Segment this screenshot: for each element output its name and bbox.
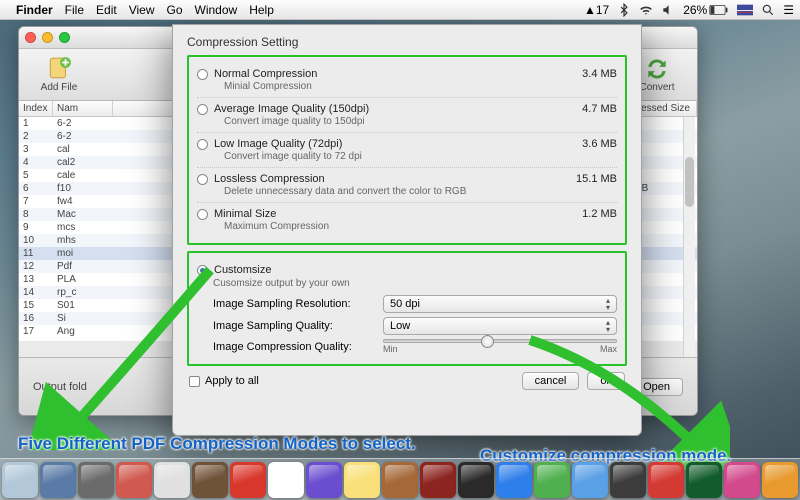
- convert-icon: [642, 56, 672, 82]
- window-zoom-button[interactable]: [59, 32, 70, 43]
- menu-window[interactable]: Window: [195, 3, 238, 17]
- mode-radio[interactable]: [197, 174, 208, 185]
- mode-name: Minimal Size: [214, 208, 574, 220]
- dock-app-icon[interactable]: [458, 462, 494, 498]
- annotation-left: Five Different PDF Compression Modes to …: [18, 434, 416, 454]
- dock-app-icon[interactable]: [154, 462, 190, 498]
- dock-app-icon[interactable]: [534, 462, 570, 498]
- resolution-label: Image Sampling Resolution:: [213, 298, 383, 310]
- dock-app-icon[interactable]: [192, 462, 228, 498]
- mode-desc: Convert image quality to 150dpi: [224, 116, 574, 127]
- spotlight-icon[interactable]: [761, 3, 775, 17]
- mode-name: Normal Compression: [214, 68, 574, 80]
- dock-app-icon[interactable]: [496, 462, 532, 498]
- mode-size: 4.7 MB: [582, 103, 617, 115]
- mode-desc: Delete unnecessary data and convert the …: [224, 186, 568, 197]
- dock-app-icon[interactable]: [382, 462, 418, 498]
- quality-label: Image Sampling Quality:: [213, 320, 383, 332]
- mode-radio[interactable]: [197, 209, 208, 220]
- volume-icon[interactable]: [661, 3, 675, 17]
- dock[interactable]: [0, 458, 800, 500]
- menu-view[interactable]: View: [129, 3, 155, 17]
- scrollbar-thumb[interactable]: [685, 157, 694, 207]
- mode-radio[interactable]: [197, 104, 208, 115]
- mode-size: 15.1 MB: [576, 173, 617, 185]
- window-close-button[interactable]: [25, 32, 36, 43]
- mode-size: 3.6 MB: [582, 138, 617, 150]
- mode-size: 3.4 MB: [582, 68, 617, 80]
- dock-app-icon[interactable]: [686, 462, 722, 498]
- dock-app-icon[interactable]: [306, 462, 342, 498]
- notification-count-icon[interactable]: ▲17: [584, 3, 609, 17]
- add-file-button[interactable]: Add File: [31, 56, 87, 93]
- dock-app-icon[interactable]: [572, 462, 608, 498]
- resolution-select[interactable]: 50 dpi ▴▾: [383, 295, 617, 313]
- preset-modes-group: Normal CompressionMinial Compression 3.4 …: [187, 55, 627, 245]
- dock-app-icon[interactable]: [610, 462, 646, 498]
- dock-app-icon[interactable]: [762, 462, 798, 498]
- dock-app-icon[interactable]: [724, 462, 760, 498]
- wifi-icon[interactable]: [639, 3, 653, 17]
- stepper-arrows-icon: ▴▾: [606, 297, 610, 311]
- menu-go[interactable]: Go: [167, 3, 183, 17]
- mode-desc: Convert image quality to 72 dpi: [224, 151, 574, 162]
- dock-app-icon[interactable]: [268, 462, 304, 498]
- dock-app-icon[interactable]: [344, 462, 380, 498]
- menubar[interactable]: Finder File Edit View Go Window Help ▲17…: [0, 0, 800, 20]
- mode-size: 1.2 MB: [582, 208, 617, 220]
- dock-app-icon[interactable]: [648, 462, 684, 498]
- mode-desc: Maximum Compression: [224, 221, 574, 232]
- menu-edit[interactable]: Edit: [96, 3, 117, 17]
- sheet-title: Compression Setting: [187, 35, 627, 49]
- table-scrollbar[interactable]: [683, 117, 695, 357]
- mode-radio[interactable]: [197, 139, 208, 150]
- dock-app-icon[interactable]: [2, 462, 38, 498]
- mode-desc: Minial Compression: [224, 81, 574, 92]
- window-minimize-button[interactable]: [42, 32, 53, 43]
- annotation-arrow-left: [30, 260, 230, 450]
- dock-app-icon[interactable]: [40, 462, 76, 498]
- add-file-label: Add File: [41, 82, 78, 93]
- menu-help[interactable]: Help: [249, 3, 274, 17]
- menu-extras-icon[interactable]: ☰: [783, 3, 794, 17]
- customsize-desc: Cusomsize output by your own: [213, 278, 617, 289]
- col-name[interactable]: Nam: [53, 101, 113, 116]
- bluetooth-icon[interactable]: [617, 3, 631, 17]
- compression-quality-label: Image Compression Quality:: [213, 341, 383, 353]
- mode-name: Low Image Quality (72dpi): [214, 138, 574, 150]
- mode-name: Lossless Compression: [214, 173, 568, 185]
- col-index[interactable]: Index: [19, 101, 53, 116]
- app-name[interactable]: Finder: [16, 3, 53, 17]
- flag-icon[interactable]: [737, 3, 753, 17]
- convert-label: Convert: [639, 82, 674, 93]
- dock-app-icon[interactable]: [78, 462, 114, 498]
- dock-app-icon[interactable]: [116, 462, 152, 498]
- slider-min-label: Min: [383, 344, 398, 354]
- dock-app-icon[interactable]: [230, 462, 266, 498]
- mode-name: Average Image Quality (150dpi): [214, 103, 574, 115]
- mode-radio[interactable]: [197, 69, 208, 80]
- dock-app-icon[interactable]: [420, 462, 456, 498]
- add-file-icon: [44, 56, 74, 82]
- menu-file[interactable]: File: [65, 3, 84, 17]
- battery-indicator[interactable]: 26%: [683, 3, 729, 17]
